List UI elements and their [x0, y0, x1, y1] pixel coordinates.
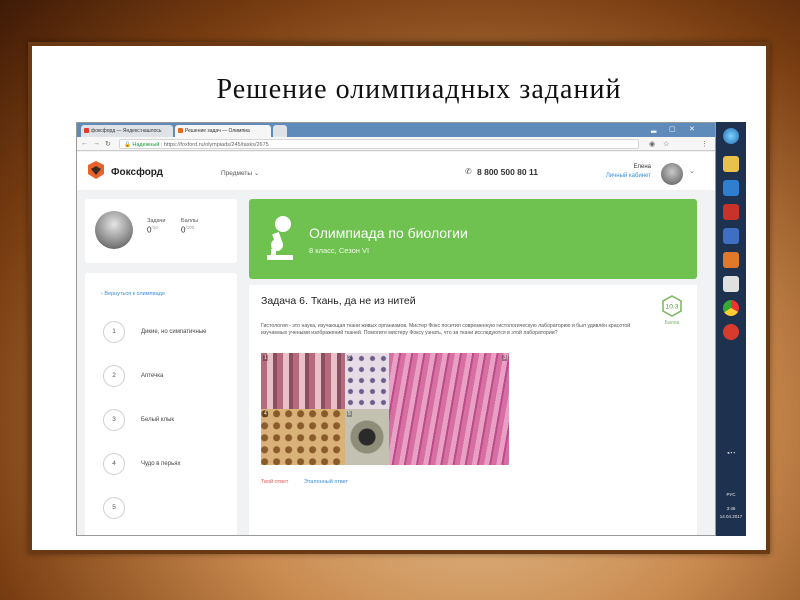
task-description: Гистология - это наука, изучающая ткани … — [261, 323, 631, 336]
tray-icons: ◂ ▪ ▪ — [727, 450, 735, 455]
reference-answer-tab[interactable]: Эталонный ответ — [304, 479, 348, 485]
tab-label: фоксфорд — Яндекс:нашлось — [91, 128, 162, 134]
phone-number[interactable]: 8 800 500 80 11 — [477, 167, 538, 177]
micrograph-image: 1 4 — [261, 353, 345, 465]
task-number: 1 — [103, 321, 125, 343]
foxford-favicon-icon — [178, 128, 183, 133]
answer-tabs: Твой ответ Эталонный ответ — [261, 479, 348, 485]
browser-screenshot: фоксфорд — Яндекс:нашлось Решение задач … — [76, 122, 716, 536]
browser-tab-yandex[interactable]: фоксфорд — Яндекс:нашлось — [81, 125, 173, 137]
image-number: 2 — [347, 355, 352, 361]
my-answer-tab[interactable]: Твой ответ — [261, 479, 288, 485]
tasks-max: /10 — [151, 225, 158, 230]
micrograph-image: 3 — [389, 353, 509, 465]
site-header: Фоксфорд Предметы ⌄ ✆ 8 800 500 80 11 Ел… — [77, 152, 715, 190]
cabinet-link[interactable]: Личный кабинет — [589, 173, 651, 179]
task-number: 5 — [103, 497, 125, 519]
olympiad-title: Олимпиада по биологии — [309, 225, 468, 241]
yandex-browser-icon[interactable] — [723, 324, 739, 340]
url-text: https://foxford.ru/olympiads/245/tasks/2… — [163, 142, 269, 148]
new-tab-button[interactable] — [273, 125, 287, 137]
windows-taskbar: ◂ ▪ ▪ РУС 3:46 14.04.2017 — [716, 122, 746, 536]
logo-text[interactable]: Фоксфорд — [111, 167, 163, 178]
yandex-icon[interactable] — [723, 276, 739, 292]
minimize-icon[interactable]: ▂ — [651, 125, 656, 133]
task-number: 2 — [103, 365, 125, 387]
tasks-label: Задачи — [147, 218, 166, 224]
back-to-olympiad-link[interactable]: ‹ Вернуться к олимпиаде — [101, 291, 165, 297]
chrome-icon[interactable] — [723, 300, 739, 316]
foxford-logo-icon[interactable] — [87, 160, 105, 180]
tab-label: Решение задач — Олимпиа — [185, 128, 250, 134]
language-indicator[interactable]: РУС — [716, 492, 746, 497]
task-title: Аптечка — [141, 373, 164, 379]
score-badge: 10.3 — [662, 295, 682, 317]
lock-icon: 🔒 — [124, 142, 131, 148]
image-number: 3 — [502, 355, 507, 361]
task-title: Дикие, но симпатичные — [141, 329, 207, 335]
subjects-menu[interactable]: Предметы ⌄ — [221, 169, 259, 177]
points-value: 0/100 — [181, 225, 194, 235]
yandex-favicon-icon — [84, 128, 89, 133]
profile-card: Задачи 0/10 Баллы 0/100 — [85, 199, 237, 263]
firefox-icon[interactable] — [723, 252, 739, 268]
task-list-item[interactable]: 3 Белый клык — [97, 409, 237, 435]
task-card: Задача 6. Ткань, да не из нитей 10.3 Бал… — [249, 285, 697, 535]
media-player-icon[interactable] — [723, 228, 739, 244]
back-link-label: Вернуться к олимпиаде — [104, 291, 165, 297]
task-title: Чудо в перьях — [141, 461, 181, 467]
task-list-item[interactable]: 5 — [97, 497, 237, 523]
address-bar: ← → ↻ 🔒 Надежный | https://foxford.ru/ol… — [77, 137, 715, 151]
reload-icon[interactable]: ↻ — [105, 140, 111, 148]
app-icon[interactable] — [723, 180, 739, 196]
task-list: ‹ Вернуться к олимпиаде 1 Дикие, но симп… — [85, 273, 237, 535]
score-value: 10.3 — [666, 304, 679, 311]
task-number: 4 — [103, 453, 125, 475]
chevron-down-icon[interactable]: ⌄ — [689, 167, 695, 175]
browser-tab-foxford[interactable]: Решение задач — Олимпиа — [175, 125, 271, 137]
back-arrow-icon[interactable]: ← — [81, 140, 88, 147]
power-icon[interactable] — [723, 204, 739, 220]
subjects-label: Предметы — [221, 170, 253, 177]
slide-title: Решение олимпиадных заданий — [216, 74, 622, 105]
secure-label: Надежный — [132, 142, 160, 148]
maximize-icon[interactable]: ▢ — [669, 125, 676, 133]
image-number: 5 — [347, 411, 352, 417]
url-field[interactable]: 🔒 Надежный | https://foxford.ru/olympiad… — [119, 139, 639, 149]
score-label: Балла — [664, 320, 680, 326]
avatar — [95, 211, 133, 249]
image-number: 1 — [263, 355, 268, 361]
start-button-icon[interactable] — [723, 128, 739, 144]
extension-icon[interactable]: ◉ — [649, 140, 655, 148]
user-avatar[interactable] — [661, 163, 683, 185]
user-name: Елена — [633, 164, 652, 170]
phone-icon: ✆ — [465, 167, 472, 176]
close-icon[interactable]: ✕ — [689, 125, 695, 133]
microscope-icon — [267, 216, 293, 260]
olympiad-banner: Олимпиада по биологии 8 класс, Сезон VI — [249, 199, 697, 279]
task-list-item[interactable]: 2 Аптечка — [97, 365, 237, 391]
olympiad-subtitle: 8 класс, Сезон VI — [309, 246, 370, 255]
clock-date: 14.04.2017 — [719, 514, 743, 519]
browser-tabbar: фоксфорд — Яндекс:нашлось Решение задач … — [77, 123, 715, 137]
chevron-down-icon: ⌄ — [253, 170, 260, 177]
star-icon[interactable]: ☆ — [663, 140, 669, 148]
points-label: Баллы — [181, 218, 199, 224]
clock-time[interactable]: 3:46 — [716, 506, 746, 511]
menu-icon[interactable]: ⋮ — [701, 140, 708, 148]
task-list-item[interactable]: 4 Чудо в перьях — [97, 453, 237, 479]
micrograph-image — [345, 409, 389, 465]
task-list-item[interactable]: 1 Дикие, но симпатичные — [97, 321, 237, 347]
task-number: 3 — [103, 409, 125, 431]
tasks-value: 0/10 — [147, 225, 158, 235]
slide-frame: Решение олимпиадных заданий фоксфорд — Я… — [28, 42, 770, 554]
micrograph-image — [261, 409, 345, 465]
forward-arrow-icon[interactable]: → — [93, 140, 100, 147]
image-number: 4 — [263, 411, 268, 417]
task-title: Белый клык — [141, 417, 175, 423]
points-max: /100 — [185, 225, 195, 230]
micrograph-image: 2 5 — [345, 353, 389, 465]
task-heading: Задача 6. Ткань, да не из нитей — [261, 295, 416, 307]
folder-icon[interactable] — [723, 156, 739, 172]
